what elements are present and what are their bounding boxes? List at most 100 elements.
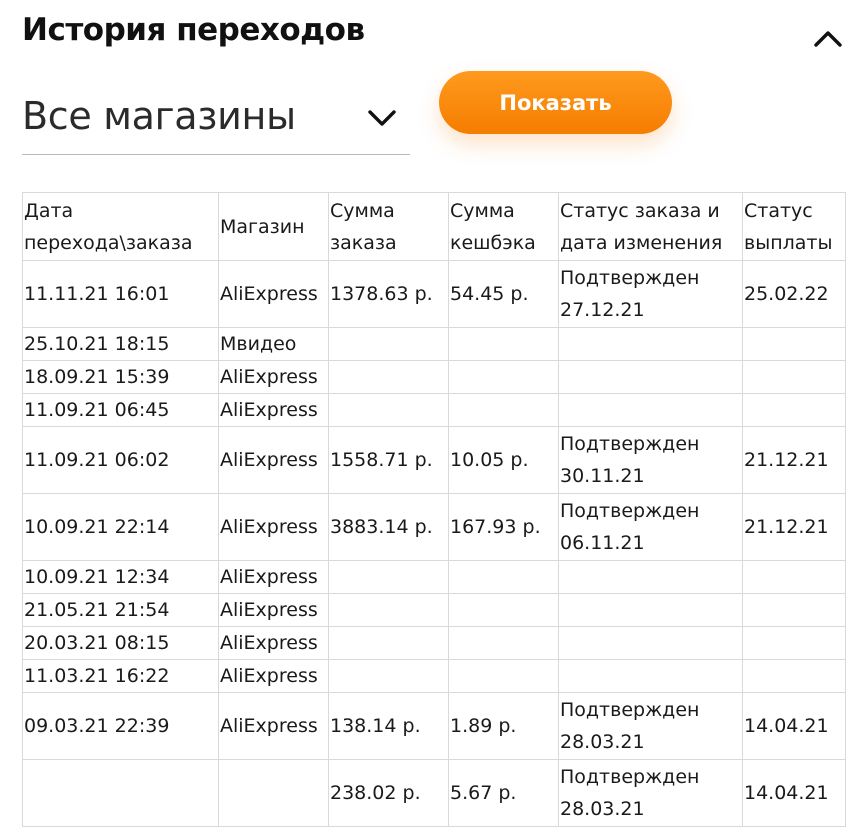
cell-cashback: [448, 659, 559, 693]
header-line: перехода\заказа: [24, 231, 193, 254]
table-row: 09.03.21 22:39 AliExpress 138.14 р. 1.89 р.…: [22, 692, 846, 760]
cell-order-sum: [328, 659, 449, 693]
cell-store: AliExpress: [218, 560, 329, 594]
cell-store: AliExpress: [218, 493, 329, 561]
table-body: 11.11.21 16:01 AliExpress 1378.63 р. 54.45 …: [22, 260, 846, 827]
header-line: Магазин: [220, 215, 305, 238]
cell-cashback: [448, 393, 559, 427]
table-row: 238.02 р. 5.67 р. Подтвержден 28.03.21 14.04…: [22, 759, 846, 827]
cell-cashback: 1.89 р.: [448, 692, 559, 760]
status-date: 06.11.21: [560, 532, 645, 554]
header-order-status: Статус заказа и дата изменения: [558, 192, 743, 261]
cell-payout-status: 21.12.21: [742, 426, 846, 494]
cell-order-status: Подтвержден 28.03.21: [558, 759, 743, 827]
show-button[interactable]: Показать: [439, 71, 672, 134]
cell-date: 09.03.21 22:39: [22, 692, 219, 760]
cell-cashback: [448, 560, 559, 594]
status-text: Подтвержден: [560, 699, 700, 721]
cell-order-sum: [328, 593, 449, 627]
status-text: Подтвержден: [560, 500, 700, 522]
table-row: 11.11.21 16:01 AliExpress 1378.63 р. 54.45 …: [22, 260, 846, 328]
cell-store: AliExpress: [218, 360, 329, 394]
status-text: Подтвержден: [560, 766, 700, 788]
table-row: 10.09.21 12:34 AliExpress: [22, 560, 846, 594]
table-header-row: Дата перехода\заказа Магазин Сумма заказа Сум…: [22, 192, 846, 261]
cell-date: [22, 759, 219, 827]
header-line: Статус: [744, 199, 813, 222]
cell-order-status: [558, 626, 743, 660]
cell-order-sum: [328, 626, 449, 660]
cell-date: 18.09.21 15:39: [22, 360, 219, 394]
cell-payout-status: 14.04.21: [742, 759, 846, 827]
cell-order-sum: [328, 327, 449, 361]
cell-store: AliExpress: [218, 593, 329, 627]
cell-order-status: [558, 593, 743, 627]
status-text: Подтвержден: [560, 433, 700, 455]
cell-store: AliExpress: [218, 626, 329, 660]
header-line: Статус заказа и: [560, 199, 720, 222]
cell-cashback: 10.05 р.: [448, 426, 559, 494]
cell-date: 11.09.21 06:02: [22, 426, 219, 494]
cell-order-status: [558, 360, 743, 394]
table-row: 10.09.21 22:14 AliExpress 3883.14 р. 167.93…: [22, 493, 846, 561]
table-row: 25.10.21 18:15 Мвидео: [22, 327, 846, 361]
cell-order-sum: [328, 393, 449, 427]
status-date: 30.11.21: [560, 465, 645, 487]
cell-order-sum: [328, 560, 449, 594]
cell-store: Мвидео: [218, 327, 329, 361]
chevron-up-icon: [814, 31, 842, 47]
header-date: Дата перехода\заказа: [22, 192, 219, 261]
header-line: выплаты: [744, 231, 833, 254]
cell-payout-status: [742, 626, 846, 660]
cell-cashback: 5.67 р.: [448, 759, 559, 827]
cell-date: 25.10.21 18:15: [22, 327, 219, 361]
header-cashback-sum: Сумма кешбэка: [448, 192, 559, 261]
cell-order-status: [558, 659, 743, 693]
header-line: заказа: [330, 231, 397, 254]
collapse-button[interactable]: [808, 24, 848, 54]
cell-cashback: [448, 593, 559, 627]
history-table: Дата перехода\заказа Магазин Сумма заказа Сум…: [22, 192, 846, 827]
table-row: 18.09.21 15:39 AliExpress: [22, 360, 846, 394]
cell-order-sum: 1378.63 р.: [328, 260, 449, 328]
table-row: 11.03.21 16:22 AliExpress: [22, 659, 846, 693]
cell-order-status: [558, 560, 743, 594]
transition-history-panel: История переходов Все магазины Показать …: [0, 0, 861, 839]
cell-cashback: [448, 626, 559, 660]
cell-order-sum: 1558.71 р.: [328, 426, 449, 494]
status-date: 28.03.21: [560, 731, 645, 753]
header-line: дата изменения: [560, 231, 723, 254]
cell-date: 11.03.21 16:22: [22, 659, 219, 693]
cell-store: AliExpress: [218, 260, 329, 328]
cell-store: AliExpress: [218, 659, 329, 693]
cell-date: 11.09.21 06:45: [22, 393, 219, 427]
cell-order-status: Подтвержден 27.12.21: [558, 260, 743, 328]
cell-order-status: Подтвержден 06.11.21: [558, 493, 743, 561]
cell-payout-status: [742, 393, 846, 427]
cell-date: 10.09.21 22:14: [22, 493, 219, 561]
cell-cashback: [448, 327, 559, 361]
store-select[interactable]: Все магазины: [22, 86, 410, 155]
header-line: Сумма: [450, 199, 515, 222]
cell-order-sum: 138.14 р.: [328, 692, 449, 760]
status-date: 27.12.21: [560, 299, 645, 321]
cell-payout-status: [742, 659, 846, 693]
cell-order-status: [558, 393, 743, 427]
table-row: 20.03.21 08:15 AliExpress: [22, 626, 846, 660]
cell-order-status: Подтвержден 28.03.21: [558, 692, 743, 760]
cell-store: [218, 759, 329, 827]
cell-payout-status: [742, 560, 846, 594]
cell-order-sum: 238.02 р.: [328, 759, 449, 827]
cell-payout-status: 25.02.22: [742, 260, 846, 328]
cell-cashback: [448, 360, 559, 394]
cell-cashback: 167.93 р.: [448, 493, 559, 561]
status-text: Подтвержден: [560, 267, 700, 289]
cell-payout-status: 14.04.21: [742, 692, 846, 760]
cell-date: 20.03.21 08:15: [22, 626, 219, 660]
table-row: 11.09.21 06:45 AliExpress: [22, 393, 846, 427]
cell-order-status: Подтвержден 30.11.21: [558, 426, 743, 494]
cell-order-sum: 3883.14 р.: [328, 493, 449, 561]
store-select-value: Все магазины: [22, 94, 296, 138]
status-date: 28.03.21: [560, 798, 645, 820]
header-line: Дата: [24, 199, 74, 222]
